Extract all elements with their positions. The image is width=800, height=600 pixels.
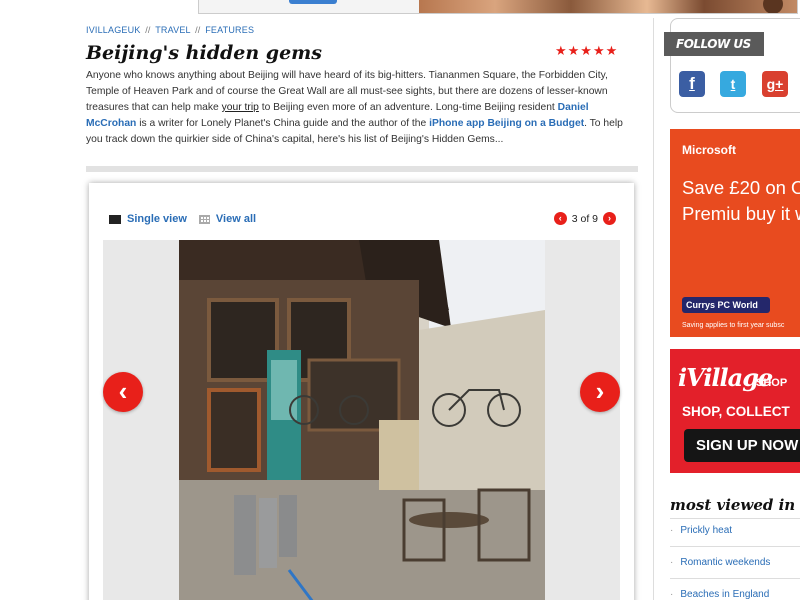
breadcrumb: IVILLAGEUK // TRAVEL // FEATURES bbox=[86, 25, 254, 35]
breadcrumb-item-travel[interactable]: TRAVEL bbox=[155, 25, 190, 35]
single-view-link[interactable]: Single view bbox=[127, 213, 187, 225]
your-trip-link[interactable]: your trip bbox=[222, 102, 259, 113]
most-viewed-rule bbox=[670, 578, 800, 579]
page-title: Beijing's hidden gems bbox=[86, 42, 322, 64]
breadcrumb-separator: // bbox=[145, 25, 151, 35]
view-all-link[interactable]: View all bbox=[216, 213, 256, 225]
sidebar-divider bbox=[653, 18, 654, 600]
photo-gallery: Single view View all ‹ 3 of 9 › ‹ › bbox=[89, 183, 634, 600]
small-next-button[interactable]: › bbox=[603, 212, 616, 225]
courtyard-photo-illustration bbox=[179, 240, 545, 600]
most-viewed-rule bbox=[670, 546, 800, 547]
microsoft-ad[interactable]: Microsoft Save £20 on O Home Premiu buy … bbox=[670, 129, 800, 337]
most-viewed-rule bbox=[670, 518, 800, 519]
ad-fine-print: Saving applies to first year subsc bbox=[682, 322, 785, 329]
article-intro: Anyone who knows anything about Beijing … bbox=[86, 68, 640, 148]
top-banner[interactable] bbox=[198, 0, 798, 14]
intro-text-2: to Beijing even more of an adventure. Lo… bbox=[258, 102, 558, 113]
grid-view-icon[interactable] bbox=[198, 214, 210, 224]
single-view-icon[interactable] bbox=[109, 214, 121, 224]
follow-us-label: FOLLOW US bbox=[664, 32, 764, 56]
next-photo-button[interactable]: › bbox=[580, 372, 620, 412]
most-viewed-item[interactable]: · Prickly heat bbox=[670, 525, 732, 536]
iphone-app-link[interactable]: iPhone app Beijing on a Budget bbox=[429, 118, 584, 129]
breadcrumb-item-ivillageuk[interactable]: IVILLAGEUK bbox=[86, 25, 141, 35]
star-rating[interactable]: ★★★★★ bbox=[555, 43, 618, 59]
gallery-toolbar: Single view View all bbox=[109, 213, 256, 225]
ad-headline: Save £20 on O Home Premiu buy it with yo… bbox=[682, 177, 800, 224]
most-viewed-title: most viewed in bbox=[670, 496, 796, 514]
slide-count-text: 3 of 9 bbox=[571, 212, 598, 225]
intro-text-3: is a writer for Lonely Planet's China gu… bbox=[136, 118, 430, 129]
slide-counter: ‹ 3 of 9 › bbox=[553, 212, 616, 225]
retailer-logo: Currys PC World bbox=[682, 297, 770, 313]
gallery-photo[interactable] bbox=[179, 240, 545, 600]
shop-tag: SHOP bbox=[756, 377, 788, 389]
google-plus-icon[interactable]: g+ bbox=[762, 71, 788, 97]
gallery-stage: ‹ › bbox=[103, 240, 620, 600]
ad-tagline: SHOP, COLLECT bbox=[682, 404, 790, 419]
small-prev-button[interactable]: ‹ bbox=[553, 212, 567, 225]
banner-button[interactable] bbox=[289, 0, 337, 4]
most-viewed-item[interactable]: · Romantic weekends bbox=[670, 557, 770, 568]
breadcrumb-separator: // bbox=[195, 25, 201, 35]
ivillage-shop-ad[interactable]: iVillage SHOP SHOP, COLLECT SIGN UP NOW bbox=[670, 349, 800, 473]
ad-brand: Microsoft bbox=[682, 143, 736, 157]
facebook-icon[interactable]: f bbox=[679, 71, 705, 97]
prev-photo-button[interactable]: ‹ bbox=[103, 372, 143, 412]
section-divider bbox=[86, 166, 638, 172]
twitter-icon[interactable]: t bbox=[720, 71, 746, 97]
banner-photo bbox=[419, 0, 797, 13]
breadcrumb-item-features[interactable]: FEATURES bbox=[205, 25, 254, 35]
sign-up-button[interactable]: SIGN UP NOW bbox=[684, 429, 800, 462]
most-viewed-item[interactable]: · Beaches in England bbox=[670, 589, 769, 600]
